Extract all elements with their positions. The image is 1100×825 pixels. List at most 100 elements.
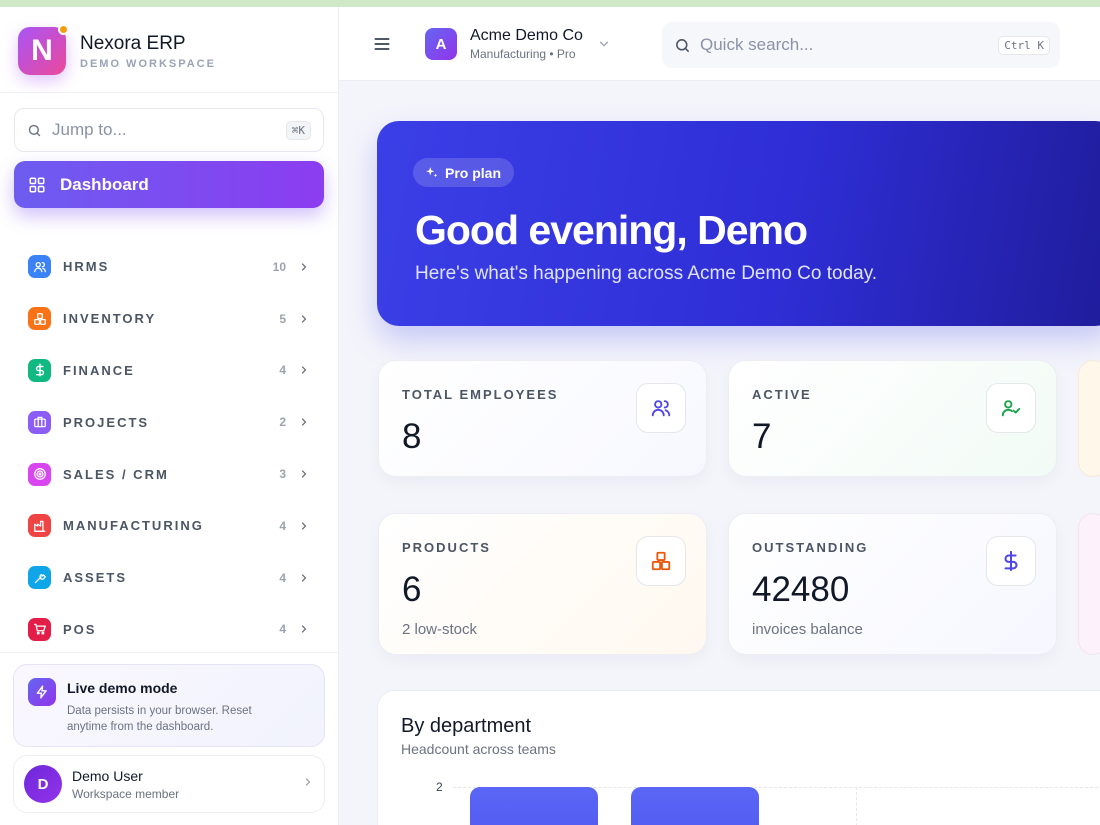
- top-header: A Acme Demo Co Manufacturing • Pro Quick…: [339, 7, 1100, 81]
- search-icon: [28, 124, 41, 136]
- brand-logo-letter: N: [31, 34, 53, 67]
- jump-to-input[interactable]: Jump to... ⌘K: [14, 108, 324, 152]
- stat-card-outstanding[interactable]: OUTSTANDING 42480 invoices balance: [728, 513, 1057, 655]
- sidebar-item-hrms[interactable]: HRMS 10: [14, 241, 324, 293]
- search-shortcut-badge: Ctrl K: [998, 35, 1050, 55]
- chevron-right-icon: [302, 775, 314, 793]
- panel-subtitle: Headcount across teams: [401, 741, 556, 757]
- briefcase-icon: [28, 410, 51, 434]
- chart-divider: [856, 787, 857, 825]
- sidebar-item-count: 3: [279, 467, 286, 482]
- stat-label: PRODUCTS: [402, 540, 491, 555]
- stat-card-products[interactable]: PRODUCTS 6 2 low-stock: [378, 513, 707, 655]
- chevron-right-icon: [298, 313, 310, 325]
- brand-logo: N: [18, 24, 69, 75]
- chevron-right-icon: [298, 261, 310, 273]
- notification-dot: [58, 24, 69, 35]
- stat-card-partial[interactable]: [1078, 513, 1100, 655]
- boxes-icon: [28, 307, 51, 331]
- user-role: Workspace member: [72, 786, 180, 801]
- org-name: Acme Demo Co: [470, 27, 583, 44]
- panel-title: By department: [401, 715, 532, 737]
- stat-label: ACTIVE: [752, 387, 812, 402]
- chart-bar: [470, 787, 598, 825]
- target-icon: [28, 462, 51, 486]
- user-name: Demo User: [72, 767, 143, 784]
- browser-top-strip: [0, 0, 1100, 7]
- chevron-down-icon: [597, 37, 611, 51]
- org-subtitle: Manufacturing • Pro: [470, 47, 576, 61]
- sidebar-item-label: INVENTORY: [63, 311, 157, 327]
- sidebar-item-count: 5: [279, 311, 286, 326]
- sidebar-item-label: ASSETS: [63, 570, 128, 586]
- stat-label: TOTAL EMPLOYEES: [402, 387, 559, 402]
- sidebar-item-count: 4: [279, 363, 286, 378]
- sidebar-item-label: POS: [63, 621, 97, 637]
- stat-value: 7: [752, 417, 772, 456]
- stat-card-active[interactable]: ACTIVE 7: [728, 360, 1057, 477]
- sidebar-item-assets[interactable]: ASSETS 4: [14, 552, 324, 604]
- y-axis-tick: 2: [436, 780, 443, 794]
- sidebar-item-label: Dashboard: [60, 174, 149, 194]
- dollar-icon: [986, 536, 1036, 586]
- user-check-icon: [986, 383, 1036, 433]
- sidebar: N Nexora ERP DEMO WORKSPACE Jump to... ⌘…: [0, 7, 339, 825]
- stat-sublabel: invoices balance: [752, 621, 863, 638]
- lightning-icon: [28, 678, 56, 706]
- menu-icon[interactable]: [372, 34, 392, 59]
- chevron-right-icon: [298, 623, 310, 635]
- greeting-title: Good evening, Demo: [415, 207, 808, 253]
- users-icon: [28, 255, 51, 279]
- live-demo-card: Live demo mode Data persists in your bro…: [13, 664, 325, 747]
- sidebar-item-finance[interactable]: FINANCE 4: [14, 345, 324, 397]
- stat-sublabel: 2 low-stock: [402, 621, 478, 638]
- sidebar-item-manufacturing[interactable]: MANUFACTURING 4: [14, 500, 324, 552]
- demo-card-title: Live demo mode: [67, 680, 178, 696]
- chevron-right-icon: [298, 572, 310, 584]
- chevron-right-icon: [298, 520, 310, 532]
- brand-name: Nexora ERP: [80, 32, 186, 54]
- plan-badge-label: Pro plan: [445, 164, 502, 181]
- greeting-subtitle: Here's what's happening across Acme Demo…: [415, 263, 878, 284]
- quick-search-placeholder: Quick search...: [700, 35, 814, 54]
- org-avatar: A: [425, 28, 457, 60]
- sidebar-item-count: 10: [272, 259, 286, 274]
- sidebar-item-label: PROJECTS: [63, 414, 150, 430]
- jump-shortcut-badge: ⌘K: [285, 120, 311, 140]
- sidebar-item-count: 4: [279, 570, 286, 585]
- quick-search-input[interactable]: Quick search... Ctrl K: [662, 22, 1060, 68]
- chart-bar: [631, 787, 759, 825]
- sidebar-item-pos[interactable]: POS 4: [14, 604, 324, 656]
- sidebar-item-label: SALES / CRM: [63, 466, 169, 482]
- organization-switcher[interactable]: A Acme Demo Co Manufacturing • Pro: [425, 27, 611, 61]
- stat-value: 42480: [752, 570, 850, 609]
- sidebar-item-projects[interactable]: PROJECTS 2: [14, 396, 324, 448]
- sidebar-item-sales-crm[interactable]: SALES / CRM 3: [14, 448, 324, 500]
- sidebar-item-count: 2: [279, 415, 286, 430]
- chevron-right-icon: [298, 364, 310, 376]
- factory-icon: [28, 514, 51, 538]
- brand-subtitle: DEMO WORKSPACE: [80, 57, 216, 70]
- sidebar-item-dashboard[interactable]: Dashboard: [14, 161, 324, 208]
- stat-card-partial[interactable]: [1078, 360, 1100, 477]
- sidebar-item-inventory[interactable]: INVENTORY 5: [14, 293, 324, 345]
- stat-value: 6: [402, 570, 422, 609]
- chevron-right-icon: [298, 416, 310, 428]
- search-icon: [676, 38, 689, 52]
- stat-value: 8: [402, 417, 422, 456]
- sidebar-item-label: FINANCE: [63, 362, 135, 378]
- sparkles-icon: [426, 166, 438, 177]
- user-menu[interactable]: D Demo User Workspace member: [13, 755, 325, 813]
- plan-badge: Pro plan: [413, 158, 515, 187]
- stat-card-total-employees[interactable]: TOTAL EMPLOYEES 8: [378, 360, 707, 477]
- department-chart-card: By department Headcount across teams 2: [377, 690, 1100, 825]
- sidebar-item-count: 4: [279, 518, 286, 533]
- brand[interactable]: N Nexora ERP DEMO WORKSPACE: [18, 24, 216, 75]
- cart-icon: [28, 617, 51, 641]
- wrench-icon: [28, 566, 51, 590]
- sidebar-item-count: 4: [279, 622, 286, 637]
- sidebar-item-label: MANUFACTURING: [63, 518, 204, 534]
- dollar-icon: [28, 358, 51, 382]
- users-icon: [636, 383, 686, 433]
- sidebar-divider: [0, 92, 339, 93]
